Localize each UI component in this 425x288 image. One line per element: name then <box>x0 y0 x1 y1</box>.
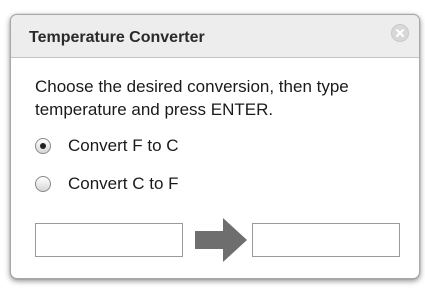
option-f-to-c[interactable]: Convert F to C <box>35 135 179 157</box>
close-icon <box>396 29 404 37</box>
converter-window: Temperature Converter Choose the desired… <box>10 14 420 279</box>
radio-c-to-f[interactable] <box>35 176 51 192</box>
window-title: Temperature Converter <box>29 29 205 46</box>
radio-f-to-c[interactable] <box>35 138 51 154</box>
instructions-text: Choose the desired conversion, then type… <box>35 77 349 119</box>
title-bar: Temperature Converter <box>11 15 419 58</box>
result-output[interactable] <box>252 223 400 257</box>
close-button[interactable] <box>391 24 409 42</box>
temperature-input[interactable] <box>35 223 183 257</box>
option-label: Convert C to F <box>68 174 179 193</box>
arrow-right-icon <box>195 218 247 262</box>
option-label: Convert F to C <box>68 136 179 155</box>
option-c-to-f[interactable]: Convert C to F <box>35 173 179 195</box>
